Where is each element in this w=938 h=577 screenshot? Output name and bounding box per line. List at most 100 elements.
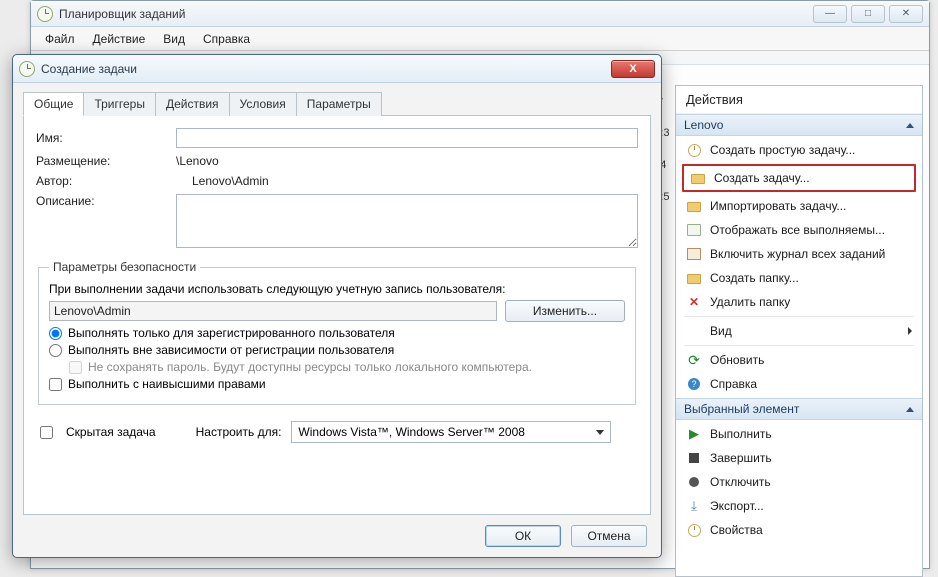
action-create-task[interactable]: Создать задачу... (682, 164, 916, 192)
section-title-selected: Выбранный элемент (684, 402, 799, 416)
tab-general[interactable]: Общие (23, 92, 84, 116)
action-label: Завершить (710, 451, 772, 465)
checkbox-no-password (69, 361, 82, 374)
action-create-basic-task[interactable]: Создать простую задачу... (680, 138, 918, 162)
menu-help[interactable]: Справка (203, 32, 250, 46)
clock-icon (688, 144, 701, 157)
collapse-icon (906, 123, 914, 128)
action-delete-folder[interactable]: ✕ Удалить папку (680, 290, 918, 314)
name-input[interactable] (176, 128, 638, 148)
separator (684, 316, 914, 317)
configure-for-combo[interactable]: Windows Vista™, Windows Server™ 2008 (291, 421, 611, 443)
help-icon: ? (688, 378, 700, 390)
play-icon: ▶ (686, 426, 702, 442)
tab-actions[interactable]: Действия (155, 92, 230, 116)
action-label: Справка (710, 377, 757, 391)
refresh-icon: ⟳ (686, 352, 702, 368)
window-controls: — □ ✕ (813, 5, 923, 23)
action-run[interactable]: ▶ Выполнить (680, 422, 918, 446)
dialog-buttons: ОК Отмена (23, 515, 651, 557)
security-legend: Параметры безопасности (49, 260, 200, 274)
maximize-button[interactable]: □ (851, 5, 885, 23)
action-end[interactable]: Завершить (680, 446, 918, 470)
label-description: Описание: (36, 194, 146, 208)
delete-icon: ✕ (686, 294, 702, 310)
action-refresh[interactable]: ⟳ Обновить (680, 348, 918, 372)
tab-panel-general: Имя: Размещение: \Lenovo Автор: Lenovo\A… (23, 116, 651, 515)
action-label: Свойства (710, 523, 763, 537)
action-help[interactable]: ? Справка (680, 372, 918, 396)
description-input[interactable] (176, 194, 638, 248)
action-label: Удалить папку (710, 295, 790, 309)
tab-triggers[interactable]: Триггеры (83, 92, 156, 116)
book-icon (687, 248, 701, 260)
chevron-right-icon (908, 327, 912, 335)
grid-clock-icon (687, 224, 701, 236)
action-disable[interactable]: Отключить (680, 470, 918, 494)
menu-file[interactable]: Файл (45, 32, 75, 46)
action-new-folder[interactable]: Создать папку... (680, 266, 918, 290)
action-label: Экспорт... (710, 499, 764, 513)
action-label: Обновить (710, 353, 764, 367)
action-label: Вид (710, 324, 732, 338)
tab-settings[interactable]: Параметры (296, 92, 382, 116)
label-author: Автор: (36, 174, 146, 188)
checkbox-hidden-task[interactable] (40, 426, 53, 439)
configure-for-label: Настроить для: (196, 425, 282, 439)
hidden-task-label: Скрытая задача (66, 425, 156, 439)
folder-icon (687, 202, 701, 212)
action-label: Отображать все выполняемы... (710, 223, 885, 237)
ok-button[interactable]: ОК (485, 525, 561, 547)
label-location: Размещение: (36, 154, 146, 168)
action-list-lenovo: Создать простую задачу... Создать задачу… (676, 136, 922, 398)
tab-conditions[interactable]: Условия (229, 92, 297, 116)
folder-icon (687, 274, 701, 284)
menu-action[interactable]: Действие (93, 32, 146, 46)
stop-icon (689, 453, 699, 463)
action-label: Включить журнал всех заданий (710, 247, 885, 261)
cancel-button[interactable]: Отмена (571, 525, 647, 547)
action-properties[interactable]: Свойства (680, 518, 918, 542)
action-label: Импортировать задачу... (710, 199, 846, 213)
action-label: Отключить (710, 475, 771, 489)
dialog-icon (19, 61, 35, 77)
close-button[interactable]: ✕ (889, 5, 923, 23)
action-export[interactable]: ⤓ Экспорт... (680, 494, 918, 518)
blank-icon (686, 323, 702, 339)
action-enable-history[interactable]: Включить журнал всех заданий (680, 242, 918, 266)
actions-pane: Действия Lenovo Создать простую задачу..… (675, 85, 923, 577)
action-show-running[interactable]: Отображать все выполняемы... (680, 218, 918, 242)
action-label: Создать простую задачу... (710, 143, 855, 157)
radio-run-loggedon[interactable] (49, 327, 62, 340)
actions-section-selected[interactable]: Выбранный элемент (676, 398, 922, 420)
actions-header: Действия (676, 86, 922, 114)
folder-icon (691, 174, 705, 184)
main-titlebar: Планировщик заданий — □ ✕ (31, 1, 929, 27)
collapse-icon (906, 407, 914, 412)
separator (684, 345, 914, 346)
dialog-close-button[interactable]: X (611, 60, 655, 78)
action-label: Создать задачу... (714, 171, 810, 185)
security-group: Параметры безопасности При выполнении за… (38, 260, 636, 405)
actions-section-lenovo[interactable]: Lenovo (676, 114, 922, 136)
create-task-dialog: Создание задачи X Общие Триггеры Действи… (12, 54, 662, 558)
tabstrip: Общие Триггеры Действия Условия Параметр… (23, 91, 651, 116)
minimize-button[interactable]: — (813, 5, 847, 23)
dialog-body: Общие Триггеры Действия Условия Параметр… (13, 83, 661, 557)
action-import-task[interactable]: Импортировать задачу... (680, 194, 918, 218)
security-prompt: При выполнении задачи использовать следу… (49, 282, 625, 296)
change-user-button[interactable]: Изменить... (505, 300, 625, 322)
checkbox-highest-priv-label: Выполнить с наивысшими правами (68, 377, 266, 391)
radio-run-anytime[interactable] (49, 344, 62, 357)
checkbox-highest-priv[interactable] (49, 378, 62, 391)
disable-icon (689, 477, 699, 487)
main-title: Планировщик заданий (59, 7, 185, 21)
menu-view[interactable]: Вид (163, 32, 185, 46)
action-label: Выполнить (710, 427, 772, 441)
app-icon (37, 6, 53, 22)
user-account-value: Lenovo\Admin (49, 301, 497, 321)
export-icon: ⤓ (686, 498, 702, 514)
dialog-titlebar: Создание задачи X (13, 55, 661, 83)
action-label: Создать папку... (710, 271, 799, 285)
action-view[interactable]: Вид (680, 319, 918, 343)
